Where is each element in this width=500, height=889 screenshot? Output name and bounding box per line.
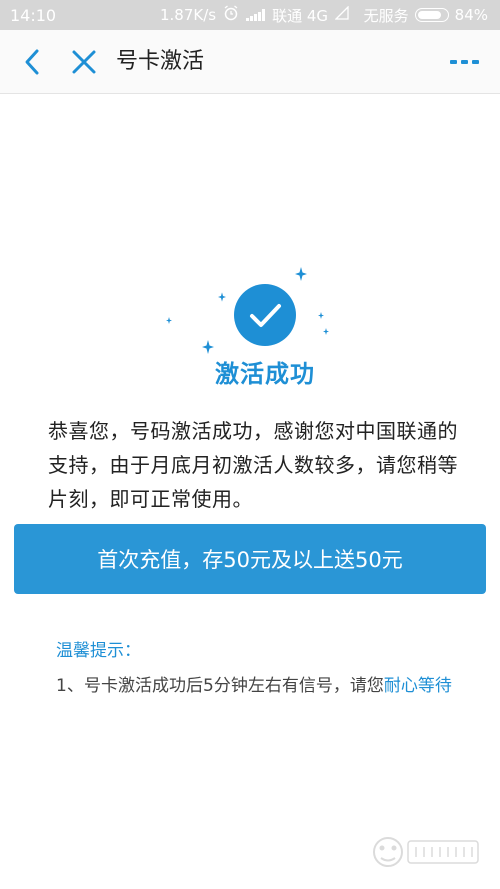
- sparkle-icon: [295, 267, 307, 281]
- tip-text-wrapper: 号卡激活成功后5分钟左右有信号，请您耐心等待: [56, 672, 456, 700]
- sparkle-icon: [218, 292, 226, 302]
- nav-bar: 号卡激活: [0, 30, 500, 94]
- tips-title: 温馨提示：: [56, 641, 141, 661]
- success-illustration: 激活成功: [150, 262, 350, 392]
- more-button[interactable]: [440, 30, 490, 94]
- sparkle-icon: [323, 328, 329, 335]
- watermark-logo-icon: [373, 837, 479, 867]
- sparkle-icon: [318, 312, 324, 319]
- signal-icon: [246, 9, 266, 21]
- success-title: 激活成功: [215, 360, 315, 388]
- alarm-icon: [223, 5, 239, 25]
- carrier-label: 联通 4G: [272, 6, 329, 25]
- battery-icon: [414, 8, 449, 22]
- sparkle-icon: [166, 317, 172, 324]
- sim-signal-icon: [334, 5, 349, 24]
- battery-percent: 84%: [454, 6, 488, 24]
- status-time: 14:10: [10, 5, 57, 25]
- page-title: 号卡激活: [116, 49, 205, 74]
- more-icon: [450, 60, 479, 64]
- status-right: 无服务 84%: [364, 0, 488, 30]
- success-check-icon: [234, 284, 296, 346]
- network-speed: 1.87K/s: [160, 6, 217, 24]
- chevron-left-icon: [25, 49, 39, 75]
- close-icon: [72, 50, 96, 74]
- first-recharge-button[interactable]: 首次充值，存50元及以上送50元: [14, 524, 486, 594]
- back-button[interactable]: [10, 30, 54, 94]
- tip-text: 号卡激活成功后5分钟左右有信号，请您: [84, 676, 384, 696]
- tip-number: 1、: [56, 676, 84, 696]
- sparkle-icon: [202, 340, 214, 354]
- battery-fill: [417, 11, 441, 19]
- tip-link[interactable]: 耐心等待: [384, 676, 452, 696]
- close-button[interactable]: [62, 30, 106, 94]
- success-message: 恭喜您，号码激活成功，感谢您对中国联通的支持，由于月底月初激活人数较多，请您稍等…: [48, 419, 458, 511]
- status-center: 1.87K/s 联通 4G: [160, 0, 349, 30]
- no-service-label: 无服务: [363, 6, 409, 25]
- status-bar: 14:10 1.87K/s 联通 4G 无服务 84%: [0, 0, 500, 30]
- tip-item: 1、 号卡激活成功后5分钟左右有信号，请您耐心等待: [56, 672, 456, 700]
